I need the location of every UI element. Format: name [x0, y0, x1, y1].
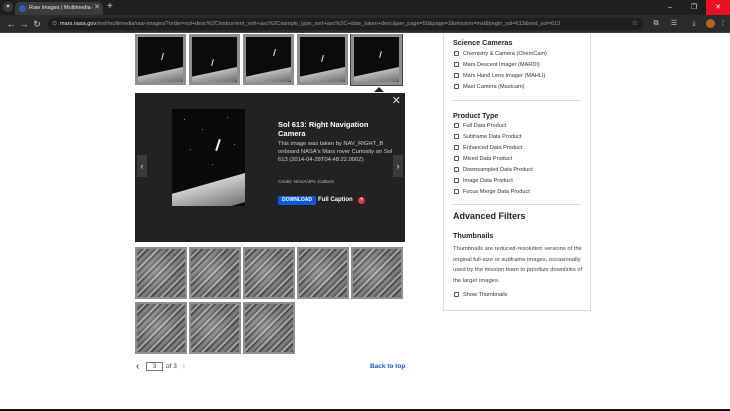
image-thumbnail[interactable] [135, 247, 187, 299]
image-thumbnail[interactable] [189, 302, 241, 354]
thumbnails-description: Thumbnails are reduced-resolution versio… [453, 246, 583, 284]
page-number-input[interactable]: 3 [146, 362, 163, 371]
filter-checkbox[interactable]: Focus Merge Data Product [454, 188, 530, 196]
expand-caption-icon[interactable]: + [358, 197, 365, 204]
selected-pointer [374, 87, 384, 92]
download-button[interactable]: DOWNLOAD [278, 196, 316, 205]
image-thumbnail[interactable] [189, 247, 241, 299]
window-close-button[interactable]: ✕ [706, 0, 730, 15]
url-path: /msl/multimedia/raw-images/?order=sol+de… [96, 21, 561, 27]
tab-search-icon[interactable]: ▾ [3, 2, 13, 12]
download-icon[interactable]: ⤓ [688, 18, 700, 30]
next-image-button[interactable]: › [393, 155, 403, 177]
filter-checkbox[interactable]: Mars Descent Imager (MARDI) [454, 61, 540, 69]
filter-checkbox[interactable]: Chemistry & Camera (ChemCam) [454, 50, 547, 58]
image-thumbnail[interactable] [135, 302, 187, 354]
profile-avatar[interactable] [704, 18, 716, 30]
filter-checkbox[interactable]: Subframe Data Product [454, 133, 521, 141]
previous-page-button[interactable]: ‹ [136, 361, 139, 372]
window-minimize-button[interactable]: – [658, 0, 682, 15]
star-icon[interactable]: ☆ [632, 18, 638, 30]
image-thumbnail-selected[interactable] [350, 34, 403, 86]
url-host: mars.nasa.gov [60, 21, 97, 27]
advanced-filters-heading: Advanced Filters [453, 211, 526, 221]
tab-title: Raw Images | Multimedia – NA [29, 5, 93, 11]
page-count: of 3 [166, 363, 177, 370]
image-thumbnail[interactable] [243, 34, 294, 85]
filters-sidebar: Science Cameras Chemistry & Camera (Chem… [443, 34, 591, 311]
filter-checkbox[interactable]: Enhanced Data Product [454, 144, 522, 152]
new-tab-button[interactable]: + [107, 1, 113, 13]
image-title: Sol 613: Right Navigation Camera [278, 120, 369, 138]
image-thumbnail[interactable] [243, 247, 295, 299]
filter-checkbox[interactable]: Image Data Product [454, 177, 513, 185]
image-description: This image was taken by NAV_RIGHT_B onbo… [278, 141, 393, 163]
full-caption-link[interactable]: Full Caption [318, 196, 353, 205]
filter-checkbox[interactable]: Full Data Product [454, 122, 506, 130]
image-credit: Credit: NASA/JPL-Caltech [278, 180, 334, 185]
filter-checkbox[interactable]: Mars Hand Lens Imager (MAHLI) [454, 72, 545, 80]
image-thumbnail[interactable] [351, 247, 403, 299]
filter-checkbox[interactable]: Downsampled Data Product [454, 166, 533, 174]
page-content: ✕ ‹ › Sol 613: Right Navigation Camera T… [0, 34, 730, 411]
raw-image[interactable] [172, 109, 245, 206]
site-info-icon[interactable]: ⊙ [52, 20, 60, 28]
back-arrow-icon[interactable]: ← [5, 18, 17, 30]
image-thumbnail[interactable] [189, 34, 240, 85]
browser-menu-icon[interactable]: ⋮ [717, 18, 729, 30]
filter-checkbox[interactable]: Mixed Data Product [454, 155, 512, 163]
browser-tab[interactable]: Raw Images | Multimedia – NA ✕ [15, 2, 103, 15]
show-thumbnails-checkbox[interactable]: Show Thumbnails [454, 291, 507, 299]
image-detail-panel: ✕ ‹ › Sol 613: Right Navigation Camera T… [135, 93, 405, 242]
address-bar[interactable]: ⊙ mars.nasa.gov/msl/multimedia/raw-image… [48, 18, 644, 30]
thumbnails-heading: Thumbnails [453, 231, 494, 240]
image-thumbnail[interactable] [243, 302, 295, 354]
forward-arrow-icon[interactable]: → [18, 18, 30, 30]
url-text[interactable]: mars.nasa.gov/msl/multimedia/raw-images/… [60, 18, 620, 30]
extensions-icon[interactable]: ⧉ [650, 18, 662, 30]
browser-tab-bar: ▾ Raw Images | Multimedia – NA ✕ + – ❐ ✕ [0, 0, 730, 15]
image-thumbnail[interactable] [297, 34, 348, 85]
next-page-button[interactable]: › [182, 361, 185, 372]
nasa-favicon-icon [19, 5, 26, 12]
reload-icon[interactable]: ↻ [31, 18, 43, 30]
filter-checkbox[interactable]: Mast Camera (Mastcam) [454, 83, 525, 91]
divider [453, 100, 581, 101]
science-cameras-heading: Science Cameras [453, 38, 513, 47]
divider [453, 204, 581, 205]
browser-toolbar: ← → ↻ ⊙ mars.nasa.gov/msl/multimedia/raw… [0, 15, 730, 33]
close-icon[interactable]: ✕ [392, 95, 401, 107]
product-type-heading: Product Type [453, 111, 499, 120]
tab-close-icon[interactable]: ✕ [94, 3, 100, 13]
previous-image-button[interactable]: ‹ [137, 155, 147, 177]
image-thumbnail[interactable] [297, 247, 349, 299]
image-thumbnail[interactable] [135, 34, 186, 85]
window-maximize-button[interactable]: ❐ [682, 0, 706, 15]
reading-list-icon[interactable]: ☰ [668, 18, 680, 30]
back-to-top-link[interactable]: Back to top [370, 361, 405, 372]
